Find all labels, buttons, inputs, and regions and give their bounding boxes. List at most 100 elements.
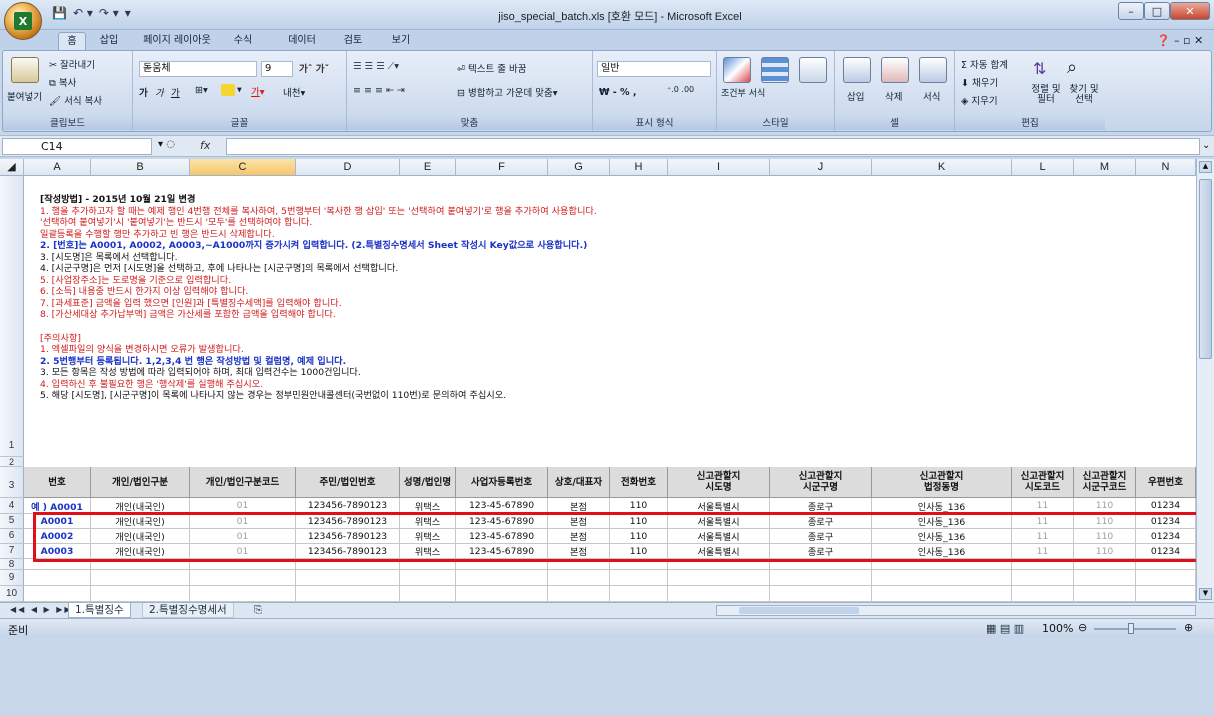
delete-button[interactable]: 삭제 bbox=[885, 89, 902, 103]
table-cell[interactable]: 110 bbox=[1074, 514, 1136, 529]
currency-buttons[interactable]: ₩ - % , bbox=[599, 87, 636, 98]
tab-data[interactable]: 데이터 bbox=[280, 32, 324, 50]
empty-cell[interactable] bbox=[456, 570, 548, 586]
format-cells-icon[interactable] bbox=[919, 57, 947, 83]
column-header-k[interactable]: K bbox=[872, 159, 1012, 176]
sheet-tab-2[interactable]: 2.특별징수명세서 bbox=[142, 603, 234, 618]
table-cell[interactable]: 110 bbox=[1074, 529, 1136, 544]
table-cell[interactable]: 110 bbox=[610, 529, 668, 544]
table-cell[interactable]: 인사동_136 bbox=[872, 544, 1012, 559]
empty-cell[interactable] bbox=[548, 570, 610, 586]
table-cell[interactable]: 11 bbox=[1012, 514, 1074, 529]
expand-formula-icon[interactable]: ⌄ bbox=[1202, 140, 1210, 151]
scroll-thumb[interactable] bbox=[1199, 179, 1212, 359]
empty-cell[interactable] bbox=[610, 570, 668, 586]
empty-cell[interactable] bbox=[24, 559, 91, 570]
cell-styles-icon[interactable] bbox=[799, 57, 827, 83]
empty-cell[interactable] bbox=[548, 559, 610, 570]
align-left-icons[interactable]: ≡ ≡ ≡ ⇤ ⇥ bbox=[353, 85, 405, 96]
tab-insert[interactable]: 삽입 bbox=[92, 32, 126, 50]
sort-filter-button[interactable]: 정렬 및 필터 bbox=[1027, 85, 1065, 105]
copy-button[interactable]: ⧉ 복사 bbox=[49, 75, 76, 89]
empty-cell[interactable] bbox=[296, 586, 400, 602]
column-header-d[interactable]: D bbox=[296, 159, 400, 176]
empty-cell[interactable] bbox=[1136, 570, 1196, 586]
column-header-a[interactable]: A bbox=[24, 159, 91, 176]
table-cell[interactable]: 11 bbox=[1012, 529, 1074, 544]
name-box-dropdown-icon[interactable]: ▾ ◌ bbox=[158, 139, 175, 150]
empty-cell[interactable] bbox=[872, 559, 1012, 570]
view-mode-icons[interactable]: ▦ ▤ ▥ bbox=[986, 622, 1024, 635]
find-select-button[interactable]: 찾기 및 선택 bbox=[1065, 85, 1103, 105]
maximize-button[interactable]: □ bbox=[1144, 2, 1170, 20]
column-header-cell[interactable]: 신고관할지 시군구코드 bbox=[1074, 467, 1136, 498]
empty-cell[interactable] bbox=[296, 559, 400, 570]
empty-cell[interactable] bbox=[1012, 570, 1074, 586]
row-header-5[interactable]: 5 bbox=[0, 514, 24, 529]
insert-cells-icon[interactable] bbox=[843, 57, 871, 83]
empty-cell[interactable] bbox=[770, 586, 872, 602]
table-cell[interactable]: 개인(내국인) bbox=[91, 498, 190, 514]
table-cell[interactable]: 종로구 bbox=[770, 544, 872, 559]
empty-cell[interactable] bbox=[610, 586, 668, 602]
tab-formulas[interactable]: 수식 bbox=[226, 32, 260, 50]
row-header-2[interactable]: 2 bbox=[0, 457, 24, 467]
column-header-m[interactable]: M bbox=[1074, 159, 1136, 176]
table-cell[interactable]: 110 bbox=[610, 498, 668, 514]
table-cell[interactable]: A0002 bbox=[24, 529, 91, 544]
column-header-cell[interactable]: 개인/법인구분코드 bbox=[190, 467, 296, 498]
empty-cell[interactable] bbox=[456, 559, 548, 570]
font-color-icon[interactable]: 가▾ bbox=[251, 84, 265, 98]
table-cell[interactable]: 위택스 bbox=[400, 514, 456, 529]
column-header-e[interactable]: E bbox=[400, 159, 456, 176]
column-header-cell[interactable]: 신고관할지 시도명 bbox=[668, 467, 770, 498]
table-cell[interactable]: 개인(내국인) bbox=[91, 529, 190, 544]
column-header-l[interactable]: L bbox=[1012, 159, 1074, 176]
empty-cell[interactable] bbox=[610, 559, 668, 570]
zoom-slider[interactable] bbox=[1094, 628, 1176, 630]
table-cell[interactable]: 123456-7890123 bbox=[296, 544, 400, 559]
table-cell[interactable]: 종로구 bbox=[770, 529, 872, 544]
table-cell[interactable]: 서울특별시 bbox=[668, 514, 770, 529]
scroll-up-icon[interactable]: ▲ bbox=[1199, 161, 1212, 173]
row-header-7[interactable]: 7 bbox=[0, 544, 24, 559]
table-cell[interactable]: 01234 bbox=[1136, 544, 1196, 559]
paste-icon[interactable] bbox=[11, 57, 39, 83]
cut-button[interactable]: ✂ 잘라내기 bbox=[49, 57, 95, 71]
column-header-j[interactable]: J bbox=[770, 159, 872, 176]
h-scroll-thumb[interactable] bbox=[739, 607, 859, 614]
select-all-corner[interactable]: ◢ bbox=[0, 159, 24, 176]
column-header-cell[interactable]: 신고관할지 법정동명 bbox=[872, 467, 1012, 498]
table-cell[interactable]: 01234 bbox=[1136, 498, 1196, 514]
customize-qat-icon[interactable]: ▾ bbox=[125, 6, 131, 22]
empty-cell[interactable] bbox=[668, 570, 770, 586]
fill-button[interactable]: ⬇ 채우기 bbox=[961, 75, 998, 89]
tab-view[interactable]: 보기 bbox=[384, 32, 418, 50]
binoculars-icon[interactable]: ⌕ bbox=[1067, 57, 1077, 78]
empty-cell[interactable] bbox=[1136, 586, 1196, 602]
border-icon[interactable]: ⊞▾ bbox=[195, 85, 208, 96]
sheet-tab-1[interactable]: 1.특별징수 bbox=[68, 603, 131, 618]
table-cell[interactable]: 123-45-67890 bbox=[456, 498, 548, 514]
column-header-b[interactable]: B bbox=[91, 159, 190, 176]
empty-cell[interactable] bbox=[872, 570, 1012, 586]
wrap-text-button[interactable]: ⏎ 텍스트 줄 바꿈 bbox=[457, 61, 526, 75]
table-cell[interactable]: 서울특별시 bbox=[668, 529, 770, 544]
table-cell[interactable]: 개인(내국인) bbox=[91, 544, 190, 559]
undo-icon[interactable]: ↶ ▾ bbox=[73, 6, 93, 22]
empty-cell[interactable] bbox=[1012, 559, 1074, 570]
empty-cell[interactable] bbox=[91, 559, 190, 570]
table-cell[interactable]: 본점 bbox=[548, 529, 610, 544]
zoom-out-icon[interactable]: ⊖ bbox=[1078, 621, 1087, 634]
insert-sheet-icon[interactable]: ⎘ bbox=[248, 603, 268, 618]
align-top-icons[interactable]: ☰ ☰ ☰ ⟋▾ bbox=[353, 61, 399, 72]
styles-buttons[interactable]: 조건부 서식 bbox=[721, 89, 831, 99]
table-cell[interactable]: 본점 bbox=[548, 498, 610, 514]
column-header-cell[interactable]: 전화번호 bbox=[610, 467, 668, 498]
delete-cells-icon[interactable] bbox=[881, 57, 909, 83]
column-header-cell[interactable]: 번호 bbox=[24, 467, 91, 498]
table-cell[interactable]: 110 bbox=[1074, 498, 1136, 514]
table-cell[interactable]: 위택스 bbox=[400, 529, 456, 544]
table-cell[interactable]: 123-45-67890 bbox=[456, 544, 548, 559]
table-cell[interactable]: A0001 bbox=[24, 514, 91, 529]
